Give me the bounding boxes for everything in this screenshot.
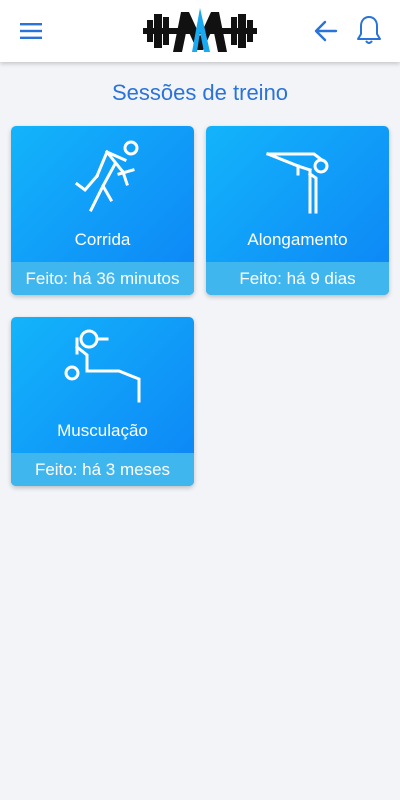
running-person-icon <box>11 126 194 226</box>
session-status: Feito: há 3 meses <box>11 453 194 486</box>
arrow-left-icon[interactable] <box>312 17 340 45</box>
page-title: Sessões de treino <box>111 80 289 105</box>
bell-icon[interactable] <box>355 14 383 46</box>
dumbbell-m-logo <box>143 6 257 56</box>
session-label: Alongamento <box>247 230 348 249</box>
session-status: Feito: há 9 dias <box>206 262 389 295</box>
hamburger-menu-icon[interactable] <box>18 18 44 44</box>
session-status: Feito: há 36 minutos <box>11 262 194 295</box>
session-label: Corrida <box>74 230 131 249</box>
session-card-musculacao[interactable]: Musculação Feito: há 3 meses <box>11 317 194 486</box>
session-card-corrida[interactable]: Corrida Feito: há 36 minutos <box>11 126 194 295</box>
session-label: Musculação <box>57 421 148 440</box>
weightlifting-icon <box>11 317 194 417</box>
stretching-person-icon <box>206 126 389 226</box>
top-app-bar <box>0 0 400 62</box>
session-card-alongamento[interactable]: Alongamento Feito: há 9 dias <box>206 126 389 295</box>
